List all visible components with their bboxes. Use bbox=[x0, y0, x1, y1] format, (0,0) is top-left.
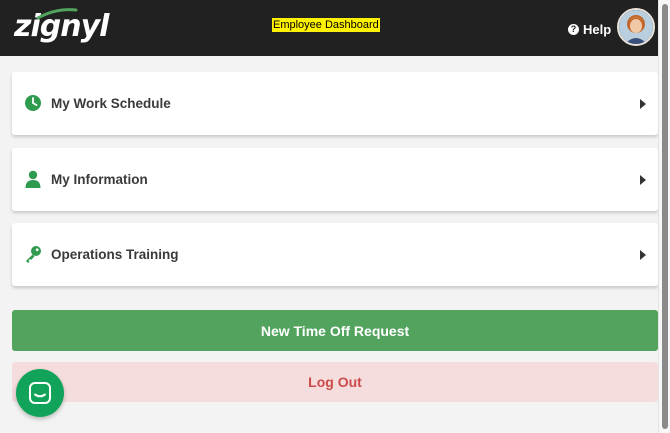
chevron-right-icon bbox=[640, 175, 646, 185]
log-out-button[interactable]: Log Out bbox=[12, 362, 658, 402]
menu-item-label: My Information bbox=[51, 172, 148, 187]
menu-item-work-schedule[interactable]: My Work Schedule bbox=[12, 72, 658, 135]
question-circle-icon: ? bbox=[568, 23, 579, 35]
new-time-off-request-button[interactable]: New Time Off Request bbox=[12, 310, 658, 351]
chevron-right-icon bbox=[640, 99, 646, 109]
chat-icon bbox=[29, 382, 51, 404]
chevron-right-icon bbox=[640, 250, 646, 260]
clock-icon bbox=[25, 95, 41, 111]
scrollbar-thumb[interactable] bbox=[662, 4, 668, 429]
logo-swoosh-icon bbox=[36, 8, 78, 20]
vertical-scrollbar[interactable] bbox=[658, 0, 670, 433]
user-avatar[interactable] bbox=[617, 8, 655, 46]
menu-item-operations-training[interactable]: Operations Training bbox=[12, 223, 658, 286]
menu-item-label: Operations Training bbox=[51, 247, 179, 262]
help-label: Help bbox=[583, 21, 612, 37]
chat-launcher-button[interactable] bbox=[16, 369, 64, 417]
menu-item-label: My Work Schedule bbox=[51, 96, 171, 111]
top-navigation-bar: zignyl Employee Dashboard ? Help bbox=[0, 0, 670, 56]
menu-item-my-information[interactable]: My Information bbox=[12, 148, 658, 211]
page-title: Employee Dashboard bbox=[272, 18, 380, 32]
user-icon bbox=[25, 170, 41, 188]
key-icon bbox=[26, 246, 41, 263]
avatar-portrait-icon bbox=[619, 10, 653, 44]
help-link[interactable]: ? Help bbox=[568, 21, 611, 37]
